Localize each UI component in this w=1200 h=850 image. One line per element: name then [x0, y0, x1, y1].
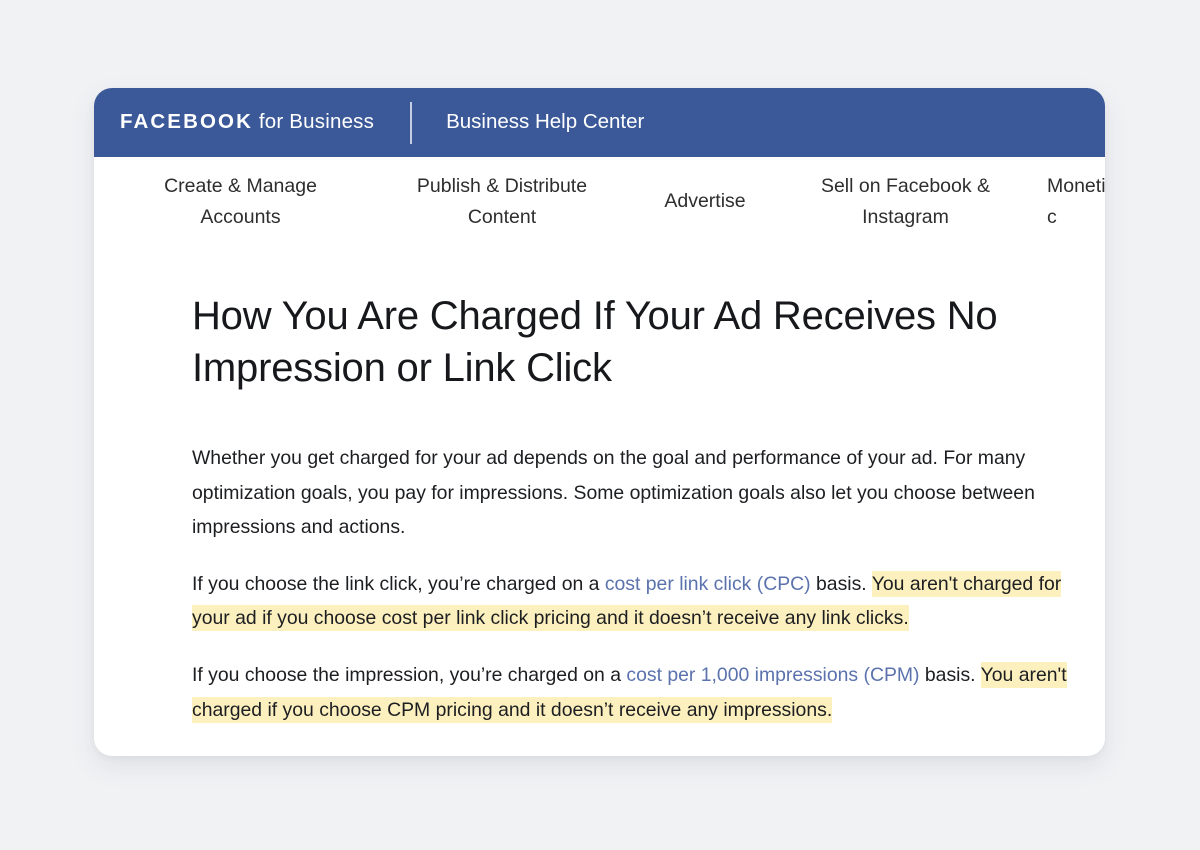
- nav-item-line2: Accounts: [200, 205, 281, 228]
- article-content: How You Are Charged If Your Ad Receives …: [94, 246, 1105, 727]
- header-divider: [410, 101, 413, 144]
- paragraph-2-after-link-text: basis.: [810, 572, 872, 595]
- nav-item-advertise[interactable]: Advertise: [649, 186, 761, 217]
- nav-item-line1: Advertise: [664, 190, 746, 212]
- article-paragraph-1: Whether you get charged for your ad depe…: [192, 447, 1035, 539]
- facebook-for-business-logo[interactable]: FACEBOOK for Business: [120, 112, 374, 133]
- nav-item-create-and-manage-accounts[interactable]: Create & Manage Accounts: [133, 171, 348, 233]
- paragraph-3-lead-text: If you choose the impression, you’re cha…: [192, 663, 627, 686]
- nav-item-line1: Publish & Distribute: [416, 174, 588, 197]
- nav-item-line2: Instagram: [862, 205, 949, 228]
- logo-facebook-text: FACEBOOK: [120, 110, 253, 134]
- cpc-definition-link[interactable]: cost per link click (CPC): [605, 573, 811, 595]
- site-header: FACEBOOK for Business Business Help Cent…: [94, 88, 1105, 157]
- paragraph-2-lead-text: If you choose the link click, you’re cha…: [192, 572, 605, 595]
- article-paragraph-2: If you choose the link click, you’re cha…: [192, 567, 1067, 636]
- nav-item-publish-and-distribute-content[interactable]: Publish & Distribute Content: [396, 171, 608, 233]
- paragraph-3-after-link-text: basis.: [919, 663, 981, 686]
- help-center-card: FACEBOOK for Business Business Help Cent…: [94, 88, 1105, 756]
- article-paragraph-3: If you choose the impression, you’re cha…: [192, 658, 1067, 727]
- cpm-definition-link[interactable]: cost per 1,000 impressions (CPM): [626, 664, 919, 686]
- nav-item-sell-on-facebook-and-instagram[interactable]: Sell on Facebook & Instagram: [805, 171, 1006, 233]
- nav-item-monetize[interactable]: Monetize c: [1047, 171, 1105, 233]
- article-title: How You Are Charged If Your Ad Receives …: [192, 294, 998, 390]
- nav-item-line2: c: [1047, 205, 1057, 228]
- page-root: FACEBOOK for Business Business Help Cent…: [0, 0, 1200, 850]
- business-help-center-title[interactable]: Business Help Center: [446, 112, 644, 133]
- logo-for-business-text: for Business: [252, 110, 375, 134]
- category-nav: Create & Manage Accounts Publish & Distr…: [94, 157, 1105, 246]
- nav-item-line2: Content: [467, 205, 537, 228]
- nav-item-line1: Sell on Facebook &: [820, 174, 991, 197]
- nav-item-line1: Create & Manage: [164, 174, 317, 197]
- nav-item-line1: Monetize: [1047, 174, 1105, 197]
